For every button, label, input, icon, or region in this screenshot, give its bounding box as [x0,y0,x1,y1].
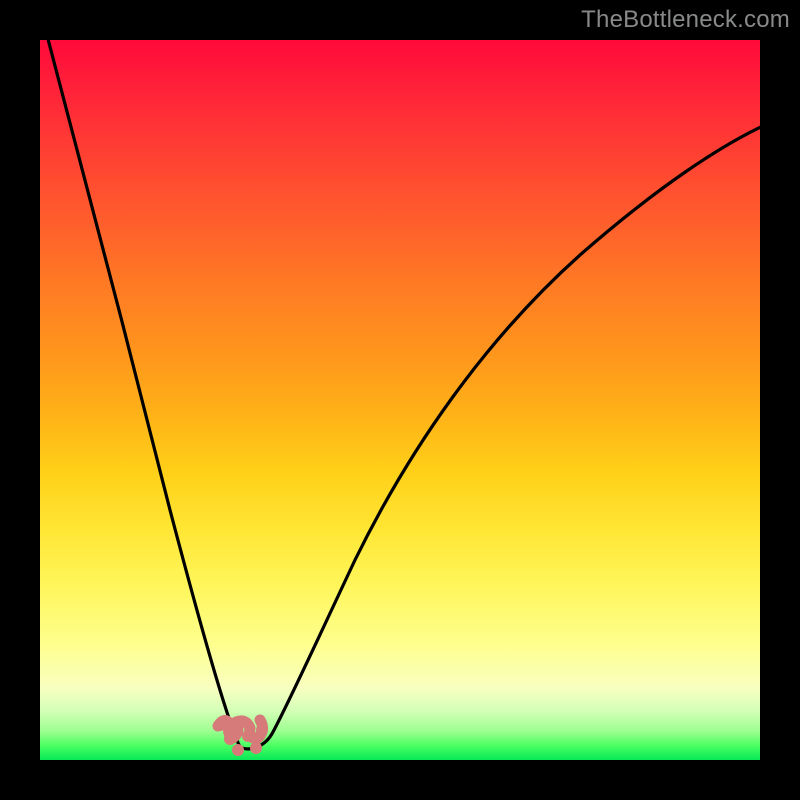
chart-area [40,40,760,760]
curve-path [43,40,760,749]
outer-frame: TheBottleneck.com [0,0,800,800]
valley-knot-icon [214,719,268,756]
bottleneck-curve [40,40,760,760]
watermark-text: TheBottleneck.com [581,6,790,34]
